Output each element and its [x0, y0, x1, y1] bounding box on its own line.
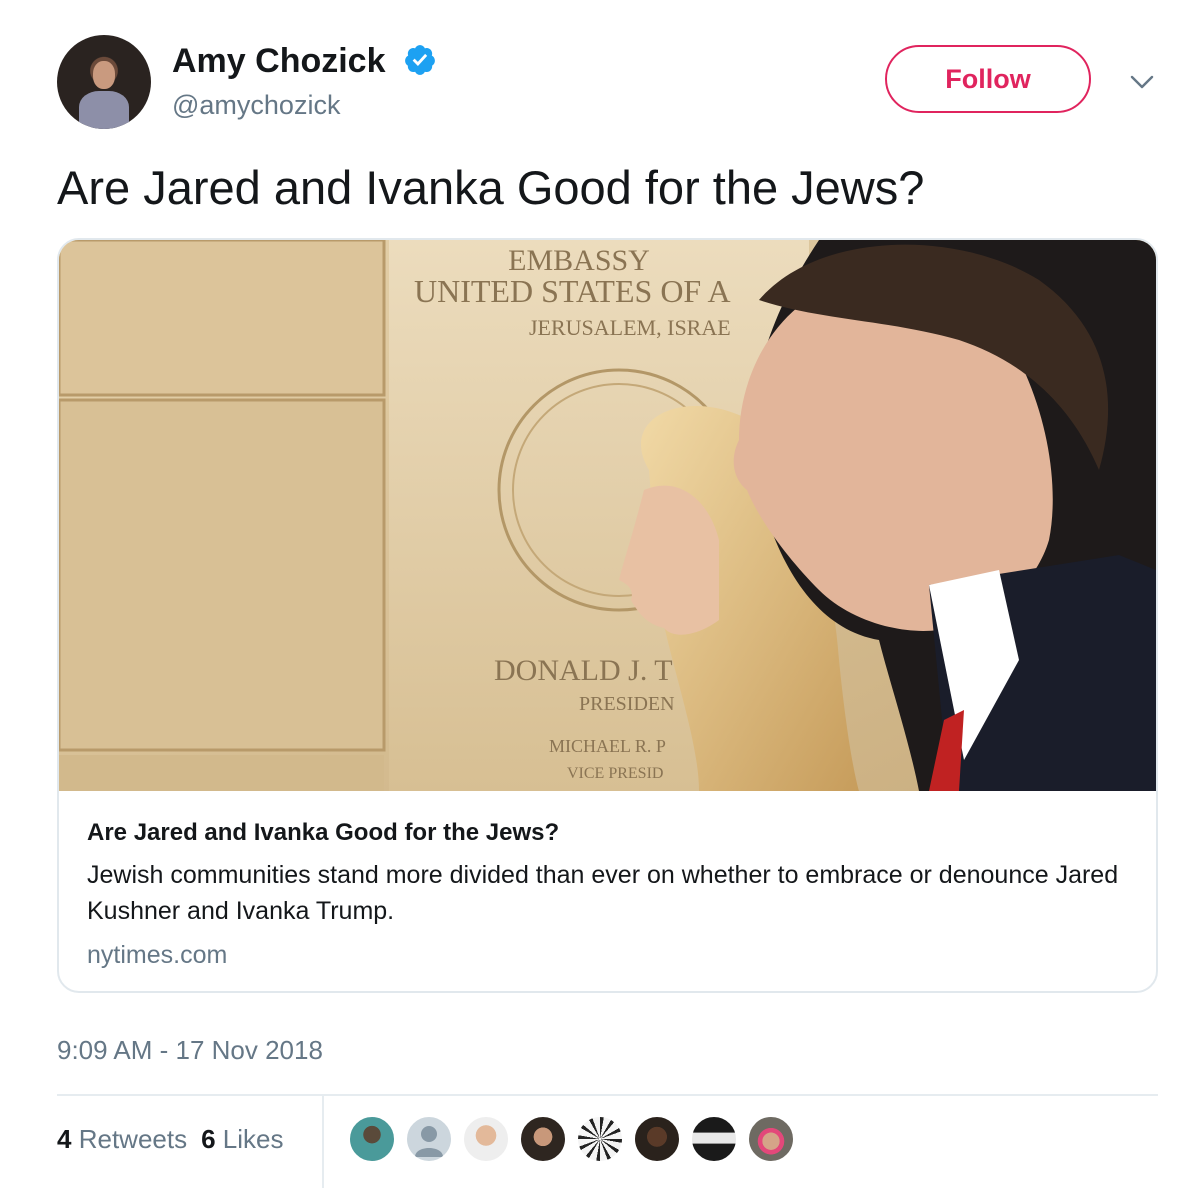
stats-divider — [57, 1094, 1158, 1096]
liker-avatar[interactable] — [690, 1115, 738, 1163]
card-domain: nytimes.com — [87, 941, 228, 969]
tweet-timestamp[interactable]: 9:09 AM - 17 Nov 2018 — [57, 1033, 323, 1067]
author-avatar[interactable] — [57, 35, 151, 129]
likes-label: Likes — [222, 1124, 284, 1154]
stats-separator — [322, 1096, 324, 1188]
tweet-text: Are Jared and Ivanka Good for the Jews? — [57, 161, 925, 214]
liker-avatar[interactable] — [576, 1115, 624, 1163]
plaque-line-4: DONALD J. T — [494, 654, 673, 687]
retweets-label: Retweets — [78, 1124, 188, 1154]
liker-avatar[interactable] — [462, 1115, 510, 1163]
engagement-stats: 4 Retweets 6 Likes — [57, 1122, 284, 1156]
avatar-face — [93, 61, 115, 89]
card-image[interactable]: EMBASSY UNITED STATES OF A JERUSALEM, IS… — [59, 240, 1156, 791]
card-photo: EMBASSY UNITED STATES OF A JERUSALEM, IS… — [59, 240, 1156, 791]
avatar-body — [79, 91, 129, 129]
plaque-line-7: VICE PRESID — [567, 765, 663, 782]
chevron-down-icon[interactable] — [1126, 66, 1158, 98]
link-card[interactable]: EMBASSY UNITED STATES OF A JERUSALEM, IS… — [57, 238, 1158, 993]
retweets-stat[interactable]: 4 Retweets — [57, 1122, 187, 1156]
default-profile-icon — [415, 1126, 443, 1157]
retweets-count: 4 — [57, 1124, 72, 1154]
author-name[interactable]: Amy Chozick — [172, 40, 386, 82]
likes-stat[interactable]: 6 Likes — [201, 1122, 283, 1156]
likes-count: 6 — [201, 1124, 216, 1154]
liker-avatar[interactable] — [633, 1115, 681, 1163]
liker-avatar[interactable] — [747, 1115, 795, 1163]
liker-avatar-default[interactable] — [405, 1115, 453, 1163]
follow-button[interactable]: Follow — [885, 45, 1091, 113]
plaque-line-2: UNITED STATES OF A — [414, 273, 731, 309]
card-title[interactable]: Are Jared and Ivanka Good for the Jews? — [87, 818, 559, 848]
author-handle[interactable]: @amychozick — [172, 88, 340, 122]
card-description: Jewish communities stand more divided th… — [87, 861, 1119, 925]
plaque-line-6: MICHAEL R. P — [549, 736, 666, 756]
liker-avatar[interactable] — [348, 1115, 396, 1163]
plaque-line-5: PRESIDEN — [579, 693, 675, 715]
verified-badge-icon — [405, 45, 435, 75]
liker-avatar[interactable] — [519, 1115, 567, 1163]
plaque-line-3: JERUSALEM, ISRAE — [529, 315, 731, 340]
